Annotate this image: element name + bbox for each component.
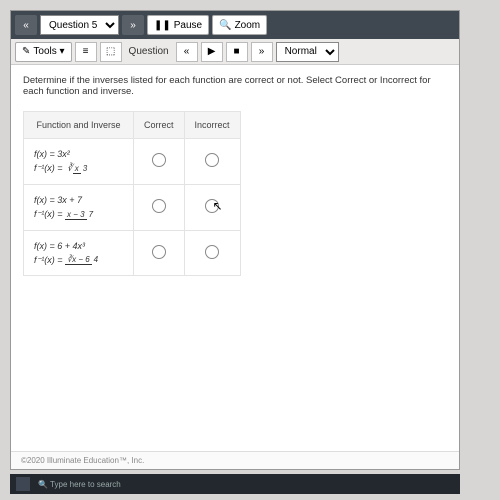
prev-question-button[interactable]: « bbox=[15, 15, 37, 35]
fn-cell: f(x) = 6 + 4x³ f⁻¹(x) = ∛x − 64 bbox=[24, 230, 134, 276]
nav-play-button[interactable]: ▶ bbox=[201, 42, 223, 62]
col-header-fn: Function and Inverse bbox=[24, 112, 134, 139]
fn-cell: f(x) = 3x + 7 f⁻¹(x) = x − 37 bbox=[24, 184, 134, 230]
tools-menu[interactable]: ✎ Tools ▾ bbox=[15, 42, 72, 62]
question-content: Determine if the inverses listed for eac… bbox=[11, 65, 459, 451]
pause-icon: ❚❚ bbox=[154, 20, 171, 31]
radio-correct[interactable] bbox=[152, 199, 166, 213]
table-row: f(x) = 3x² f⁻¹(x) = ∛x3 bbox=[24, 139, 241, 185]
next-question-button[interactable]: » bbox=[122, 15, 144, 35]
zoom-icon: 🔍 bbox=[219, 20, 231, 31]
nav-last-button[interactable]: » bbox=[251, 42, 273, 62]
secondary-toolbar: ✎ Tools ▾ ≡ ⬚ Question « ▶ ■ » Normal bbox=[11, 39, 459, 65]
taskbar-search-hint[interactable]: 🔍 Type here to search bbox=[38, 480, 121, 489]
app-window: « Question 5 » ❚❚ Pause 🔍 Zoom ✎ Tools ▾… bbox=[10, 10, 460, 470]
pause-button[interactable]: ❚❚ Pause bbox=[147, 15, 209, 35]
radio-correct[interactable] bbox=[152, 153, 166, 167]
cursor-icon: ↖ bbox=[213, 199, 223, 213]
mode-select[interactable]: Normal bbox=[276, 42, 339, 62]
zoom-label: Zoom bbox=[235, 20, 261, 31]
table-row: f(x) = 6 + 4x³ f⁻¹(x) = ∛x − 64 bbox=[24, 230, 241, 276]
question-label: Question bbox=[125, 46, 173, 57]
top-toolbar: « Question 5 » ❚❚ Pause 🔍 Zoom bbox=[11, 11, 459, 39]
question-prompt: Determine if the inverses listed for eac… bbox=[23, 75, 447, 97]
question-select[interactable]: Question 5 bbox=[40, 15, 119, 35]
col-header-incorrect: Incorrect bbox=[184, 112, 240, 139]
view-grid-button[interactable]: ⬚ bbox=[100, 42, 122, 62]
wrench-icon: ✎ bbox=[22, 46, 30, 57]
page-footer: ©2020 Illuminate Education™, Inc. bbox=[11, 451, 459, 469]
radio-correct[interactable] bbox=[152, 245, 166, 259]
start-button[interactable] bbox=[16, 477, 30, 491]
zoom-button[interactable]: 🔍 Zoom bbox=[212, 15, 267, 35]
nav-first-button[interactable]: « bbox=[176, 42, 198, 62]
answer-table: Function and Inverse Correct Incorrect f… bbox=[23, 111, 241, 276]
radio-incorrect[interactable] bbox=[205, 245, 219, 259]
col-header-correct: Correct bbox=[134, 112, 185, 139]
os-taskbar[interactable]: 🔍 Type here to search bbox=[10, 474, 460, 494]
pause-label: Pause bbox=[174, 20, 202, 31]
table-row: f(x) = 3x + 7 f⁻¹(x) = x − 37 ↖ bbox=[24, 184, 241, 230]
view-list-button[interactable]: ≡ bbox=[75, 42, 97, 62]
nav-stop-button[interactable]: ■ bbox=[226, 42, 248, 62]
fn-cell: f(x) = 3x² f⁻¹(x) = ∛x3 bbox=[24, 139, 134, 185]
radio-incorrect[interactable] bbox=[205, 153, 219, 167]
